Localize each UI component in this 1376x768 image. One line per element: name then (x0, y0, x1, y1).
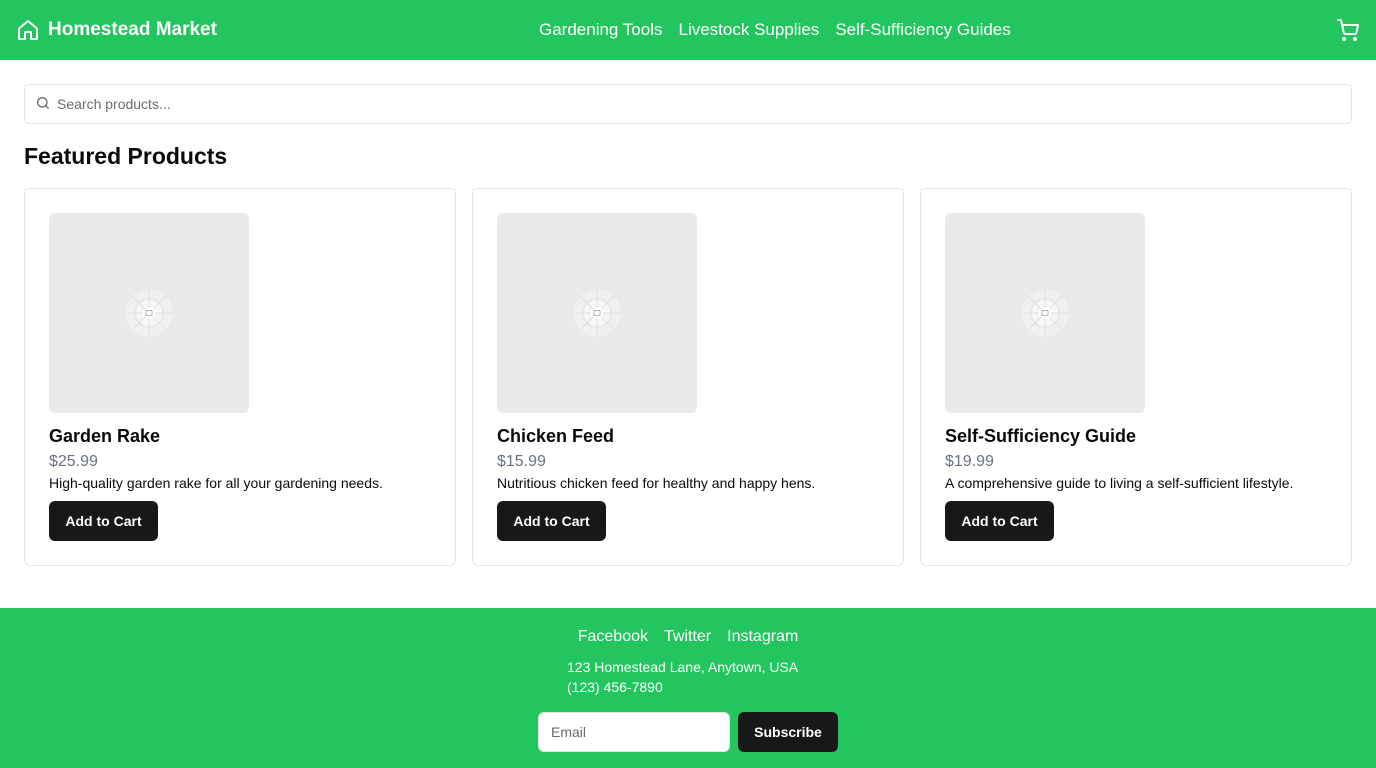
main-nav: Gardening Tools Livestock Supplies Self-… (539, 19, 1011, 41)
search-bar (24, 84, 1352, 124)
product-card: Garden Rake $25.99 High-quality garden r… (24, 188, 456, 566)
social-link-instagram[interactable]: Instagram (727, 627, 798, 647)
product-name: Chicken Feed (497, 426, 615, 446)
home-icon (18, 20, 38, 40)
product-image (945, 213, 1145, 413)
contact-phone: (123) 456-7890 (567, 679, 663, 695)
image-placeholder-icon (125, 289, 173, 337)
shopping-cart-icon[interactable] (1336, 18, 1360, 42)
product-card: Self-Sufficiency Guide $19.99 A comprehe… (920, 188, 1352, 566)
nav-link-livestock-supplies[interactable]: Livestock Supplies (679, 19, 820, 41)
product-price: $25.99 (49, 453, 98, 470)
product-image (49, 213, 249, 413)
product-description: A comprehensive guide to living a self-s… (945, 475, 1294, 491)
social-links: Facebook Twitter Instagram (0, 627, 1376, 647)
search-icon (37, 97, 49, 109)
contact-address: 123 Homestead Lane, Anytown, USA (567, 659, 799, 675)
brand-link[interactable]: Homestead Market (16, 17, 217, 43)
product-price: $19.99 (945, 453, 994, 470)
top-navbar: Homestead Market Gardening Tools Livesto… (0, 0, 1376, 60)
product-name: Self-Sufficiency Guide (945, 426, 1137, 446)
add-to-cart-button[interactable]: Add to Cart (49, 501, 158, 541)
add-to-cart-button[interactable]: Add to Cart (945, 501, 1054, 541)
image-placeholder-icon (573, 289, 621, 337)
social-link-facebook[interactable]: Facebook (578, 627, 648, 647)
nav-link-self-sufficiency-guides[interactable]: Self-Sufficiency Guides (835, 19, 1010, 41)
product-price: $15.99 (497, 453, 546, 470)
product-name: Garden Rake (49, 426, 161, 446)
product-image (497, 213, 697, 413)
product-description: Nutritious chicken feed for healthy and … (497, 475, 816, 491)
product-description: High-quality garden rake for all your ga… (49, 475, 383, 491)
section-title: Featured Products (24, 143, 228, 169)
nav-link-gardening-tools[interactable]: Gardening Tools (539, 19, 663, 41)
product-card: Chicken Feed $15.99 Nutritious chicken f… (472, 188, 904, 566)
social-link-twitter[interactable]: Twitter (664, 627, 711, 647)
add-to-cart-button[interactable]: Add to Cart (497, 501, 606, 541)
email-field[interactable] (538, 712, 730, 752)
brand-name: Homestead Market (48, 19, 217, 40)
image-placeholder-icon (1021, 289, 1069, 337)
subscribe-button[interactable]: Subscribe (738, 712, 838, 752)
footer: Facebook Twitter Instagram 123 Homestead… (0, 608, 1376, 768)
search-input[interactable] (57, 86, 1337, 122)
